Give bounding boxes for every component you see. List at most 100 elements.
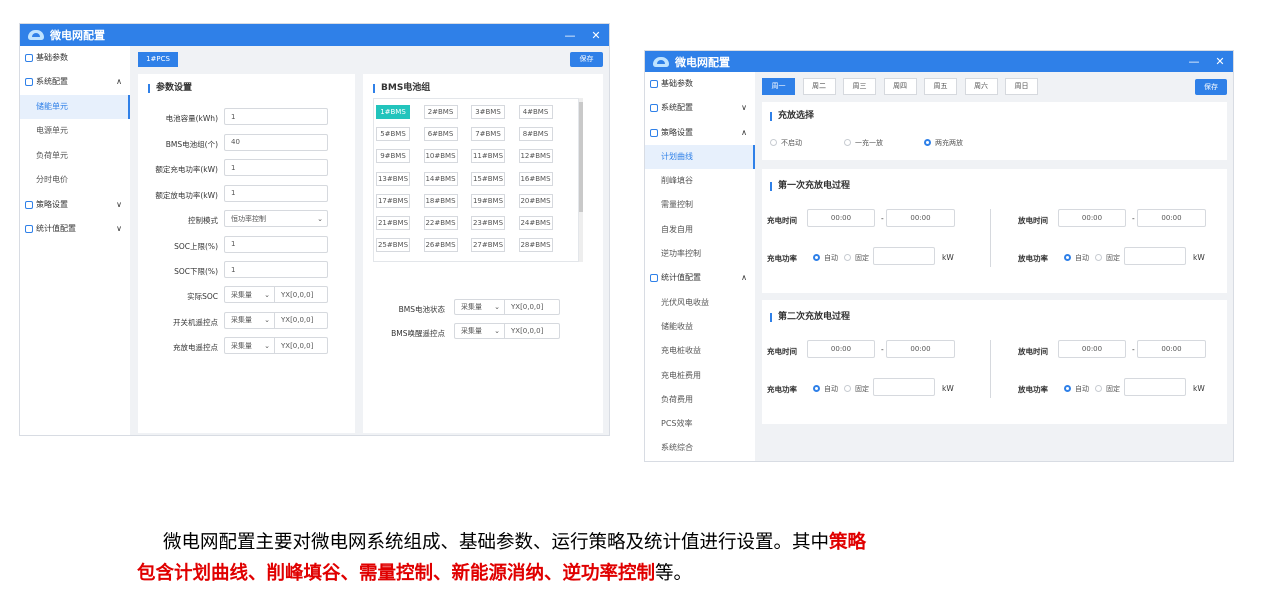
bms-item[interactable]: 12#BMS	[518, 149, 553, 164]
bms-point-select[interactable]: 采集量 ⌄ YX[0,0,0]	[454, 299, 560, 315]
day-tab[interactable]: 周三	[843, 78, 876, 95]
mode-radio[interactable]: 不启动	[770, 138, 802, 148]
field-input[interactable]: 1	[224, 108, 328, 125]
point-select[interactable]: 采集量 ⌄ YX[0,0,0]	[224, 286, 328, 303]
bms-item[interactable]: 4#BMS	[518, 105, 553, 119]
bms-item[interactable]: 3#BMS	[471, 105, 505, 119]
day-tab[interactable]: 周日	[1005, 78, 1038, 95]
bms-item[interactable]: 11#BMS	[471, 149, 505, 164]
sidebar-item[interactable]: 光伏风电收益	[645, 291, 755, 315]
sidebar-item[interactable]: 分时电价	[20, 168, 130, 193]
sidebar-item[interactable]: 策略设置 ∧	[645, 121, 755, 145]
minimize-icon[interactable]: —	[557, 29, 583, 42]
field-input[interactable]: 40	[224, 133, 328, 151]
save-button[interactable]: 保存	[1195, 79, 1227, 95]
sidebar-item[interactable]: 自发自用	[645, 218, 755, 242]
bms-item[interactable]: 28#BMS	[518, 238, 553, 253]
fixed-radio[interactable]: 固定	[844, 253, 869, 263]
bms-item[interactable]: 26#BMS	[423, 238, 458, 253]
bms-item[interactable]: 23#BMS	[471, 216, 505, 230]
end-time-input[interactable]: 00:00	[1137, 340, 1206, 358]
bms-item[interactable]: 13#BMS	[376, 171, 410, 186]
auto-radio[interactable]: 自动	[1064, 384, 1089, 394]
close-icon[interactable]: ✕	[583, 29, 609, 42]
power-input[interactable]	[1124, 247, 1186, 265]
power-input[interactable]	[873, 247, 935, 265]
field-input[interactable]: 1	[224, 159, 328, 176]
tab-pcs[interactable]: 1#PCS	[138, 52, 178, 67]
bms-item[interactable]: 18#BMS	[423, 193, 458, 208]
power-input[interactable]	[873, 378, 935, 396]
sidebar-item[interactable]: 储能收益	[645, 315, 755, 339]
bms-item[interactable]: 5#BMS	[376, 127, 410, 142]
bms-item[interactable]: 15#BMS	[471, 171, 505, 186]
day-tab[interactable]: 周一	[762, 78, 795, 95]
sidebar-item[interactable]: 逆功率控制	[645, 242, 755, 266]
field-input[interactable]: 1	[224, 184, 328, 202]
sidebar-item[interactable]: PCS效率	[645, 412, 755, 436]
day-tab[interactable]: 周五	[924, 78, 957, 95]
sidebar-item[interactable]: 统计值配置 ∧	[645, 266, 755, 290]
end-time-input[interactable]: 00:00	[886, 340, 955, 358]
auto-radio[interactable]: 自动	[1064, 253, 1089, 263]
sidebar-item[interactable]: 计划曲线	[645, 144, 755, 170]
point-select[interactable]: 采集量 ⌄ YX[0,0,0]	[224, 337, 328, 354]
auto-radio[interactable]: 自动	[813, 384, 838, 394]
end-time-input[interactable]: 00:00	[886, 209, 955, 227]
save-button[interactable]: 保存	[570, 52, 603, 67]
start-time-input[interactable]: 00:00	[807, 209, 875, 227]
fixed-radio[interactable]: 固定	[1095, 384, 1120, 394]
start-time-input[interactable]: 00:00	[807, 340, 875, 358]
sidebar-item[interactable]: 需量控制	[645, 193, 755, 217]
close-icon[interactable]: ✕	[1207, 55, 1233, 68]
sidebar-item[interactable]: 储能单元	[20, 94, 130, 119]
control-mode-select[interactable]: 恒功率控制 ⌄	[224, 210, 328, 227]
end-time-input[interactable]: 00:00	[1137, 209, 1206, 227]
sidebar-item[interactable]: 系统配置 ∨	[645, 96, 755, 120]
bms-item[interactable]: 1#BMS	[376, 105, 410, 119]
bms-point-select[interactable]: 采集量 ⌄ YX[0,0,0]	[454, 322, 560, 339]
field-input[interactable]: 1	[224, 235, 328, 253]
start-time-input[interactable]: 00:00	[1058, 209, 1126, 227]
mode-radio[interactable]: 两充两放	[924, 138, 963, 148]
mode-radio[interactable]: 一充一放	[844, 138, 883, 148]
minimize-icon[interactable]: —	[1181, 55, 1207, 68]
sidebar-item[interactable]: 充电桩费用	[645, 364, 755, 388]
day-tab[interactable]: 周六	[964, 78, 998, 95]
bms-item[interactable]: 9#BMS	[376, 149, 410, 164]
bms-item[interactable]: 27#BMS	[471, 238, 505, 253]
bms-item[interactable]: 24#BMS	[518, 216, 553, 230]
bms-item[interactable]: 21#BMS	[376, 216, 410, 230]
bms-item[interactable]: 16#BMS	[518, 171, 553, 186]
sidebar-item[interactable]: 策略设置 ∨	[20, 193, 130, 218]
bms-item[interactable]: 2#BMS	[423, 105, 458, 119]
start-time-input[interactable]: 00:00	[1058, 340, 1126, 358]
sidebar-item[interactable]: 负荷费用	[645, 388, 755, 412]
bms-item[interactable]: 19#BMS	[471, 193, 505, 208]
power-input[interactable]	[1124, 378, 1186, 396]
sidebar-item[interactable]: 充电桩收益	[645, 339, 755, 363]
bms-item[interactable]: 25#BMS	[376, 238, 410, 253]
sidebar-item[interactable]: 电源单元	[20, 119, 130, 144]
sidebar-item[interactable]: 削峰填谷	[645, 169, 755, 193]
bms-item[interactable]: 17#BMS	[376, 193, 410, 208]
sidebar-item[interactable]: 系统综合	[645, 436, 755, 460]
bms-item[interactable]: 7#BMS	[471, 127, 505, 142]
fixed-radio[interactable]: 固定	[844, 384, 869, 394]
bms-item[interactable]: 10#BMS	[423, 149, 458, 164]
bms-scrollbar[interactable]	[579, 98, 583, 262]
fixed-radio[interactable]: 固定	[1095, 253, 1120, 263]
bms-item[interactable]: 22#BMS	[423, 216, 458, 230]
auto-radio[interactable]: 自动	[813, 253, 838, 263]
sidebar-item[interactable]: 系统配置 ∧	[20, 70, 130, 95]
bms-item[interactable]: 14#BMS	[423, 171, 458, 186]
point-select[interactable]: 采集量 ⌄ YX[0,0,0]	[224, 311, 328, 329]
bms-item[interactable]: 20#BMS	[518, 193, 553, 208]
field-input[interactable]: 1	[224, 261, 328, 278]
day-tab[interactable]: 周四	[883, 78, 917, 95]
sidebar-item[interactable]: 统计值配置 ∨	[20, 217, 130, 242]
day-tab[interactable]: 周二	[802, 78, 836, 95]
sidebar-item[interactable]: 基础参数	[645, 72, 755, 96]
sidebar-item[interactable]: 基础参数	[20, 46, 130, 70]
bms-item[interactable]: 6#BMS	[423, 127, 458, 142]
